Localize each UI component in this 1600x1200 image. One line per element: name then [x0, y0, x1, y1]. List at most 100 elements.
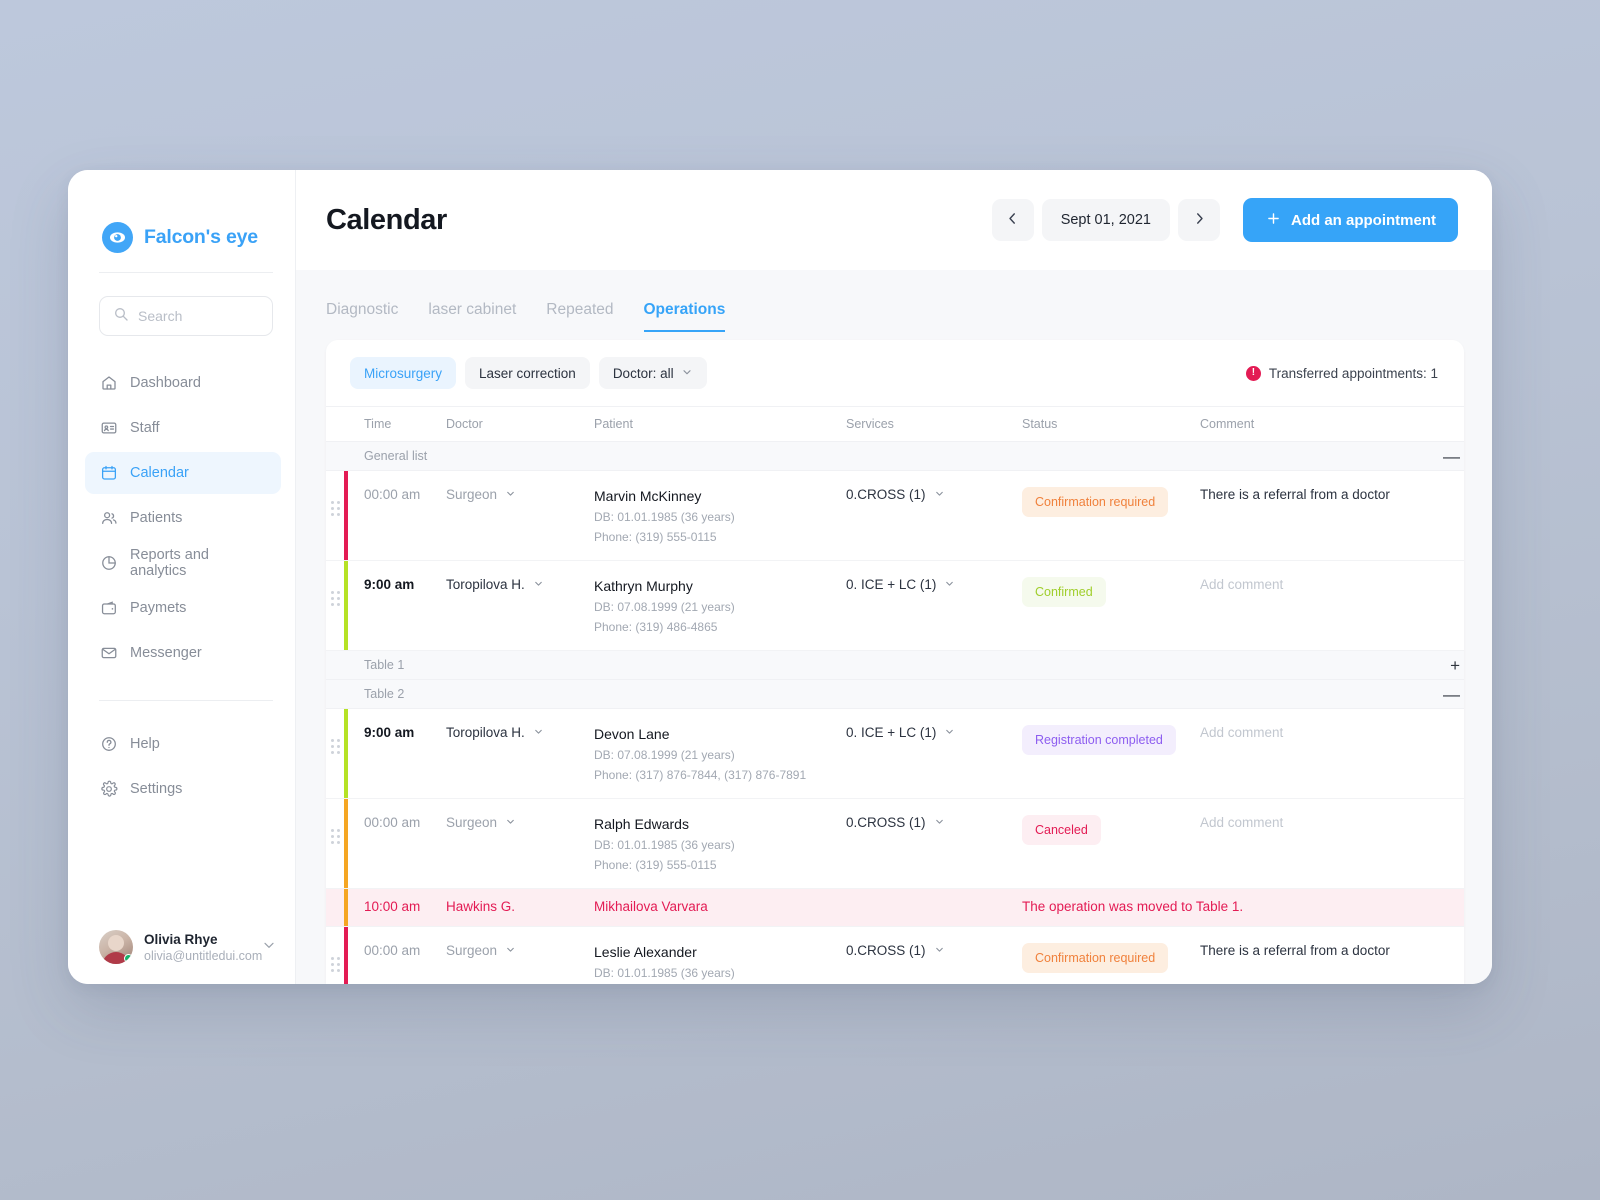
- cell-doctor[interactable]: Toropilova H.: [446, 577, 594, 592]
- sidebar-item-messenger[interactable]: Messenger: [85, 632, 281, 674]
- cell-services[interactable]: 0. ICE + LC (1): [846, 725, 1022, 740]
- alert-icon: !: [1245, 365, 1261, 381]
- sidebar-item-payments[interactable]: Paymets: [85, 587, 281, 629]
- drag-handle-icon[interactable]: [326, 577, 344, 606]
- operations-panel: Microsurgery Laser correction Doctor: al…: [326, 340, 1464, 984]
- service-name: 0.CROSS (1): [846, 943, 926, 958]
- cell-doctor[interactable]: Surgeon: [446, 943, 594, 958]
- filter-bar: Microsurgery Laser correction Doctor: al…: [326, 340, 1464, 406]
- group-toggle-icon[interactable]: +: [1450, 657, 1464, 674]
- table-row[interactable]: 00:00 am Surgeon Leslie Alexander DB: 01…: [326, 927, 1464, 984]
- drag-handle-icon[interactable]: [326, 725, 344, 754]
- add-appointment-button[interactable]: Add an appointment: [1243, 198, 1458, 242]
- sidebar-item-reports[interactable]: Reports and analytics: [85, 542, 281, 584]
- next-date-button[interactable]: [1178, 199, 1220, 241]
- transferred-appointments[interactable]: ! Transferred appointments: 1: [1245, 365, 1444, 381]
- column-header-patient: Patient: [594, 417, 633, 431]
- drag-handle-icon[interactable]: [326, 943, 344, 972]
- table-row[interactable]: 00:00 am Surgeon Marvin McKinney DB: 01.…: [326, 471, 1464, 561]
- tab-laser-cabinet[interactable]: laser cabinet: [428, 301, 516, 332]
- column-header-comment: Comment: [1200, 417, 1255, 431]
- current-date[interactable]: Sept 01, 2021: [1041, 199, 1170, 241]
- column-header-services: Services: [846, 417, 894, 431]
- group-header-table-1[interactable]: Table 1 +: [326, 651, 1464, 680]
- drag-handle-icon[interactable]: [326, 815, 344, 844]
- cell-services[interactable]: 0.CROSS (1): [846, 487, 1022, 502]
- cell-doctor[interactable]: Toropilova H.: [446, 725, 594, 740]
- table-row-transferred[interactable]: 10:00 am Hawkins G. Mikhailova Varvara T…: [326, 889, 1464, 927]
- cell-comment[interactable]: Add comment: [1200, 725, 1414, 740]
- chevron-down-icon: [944, 577, 955, 592]
- cell-patient[interactable]: Kathryn Murphy DB: 07.08.1999 (21 years)…: [594, 577, 846, 636]
- envelope-icon: [99, 644, 118, 663]
- sidebar-item-label: Dashboard: [130, 375, 201, 391]
- table-row[interactable]: 9:00 am Toropilova H. Kathryn Murphy DB:…: [326, 561, 1464, 651]
- plus-icon: [1265, 210, 1282, 231]
- cell-comment[interactable]: There is a referral from a doctor: [1200, 487, 1414, 502]
- sidebar-item-label: Paymets: [130, 600, 187, 616]
- search-input[interactable]: [138, 308, 259, 324]
- cell-patient[interactable]: Leslie Alexander DB: 01.01.1985 (36 year…: [594, 943, 846, 984]
- profile[interactable]: Olivia Rhye olivia@untitledui.com: [68, 930, 295, 964]
- tab-operations[interactable]: Operations: [643, 301, 726, 332]
- prev-date-button[interactable]: [991, 199, 1034, 241]
- group-toggle-icon[interactable]: —: [1443, 448, 1464, 465]
- cell-time: 00:00 am: [364, 815, 421, 830]
- sidebar-item-help[interactable]: Help: [85, 723, 281, 765]
- doctor-name: Surgeon: [446, 943, 498, 958]
- filter-chip-laser-correction[interactable]: Laser correction: [465, 357, 590, 389]
- cell-services[interactable]: 0.CROSS (1): [846, 815, 1022, 830]
- filter-chip-microsurgery[interactable]: Microsurgery: [350, 357, 457, 389]
- sidebar-bottom-divider: [99, 700, 273, 701]
- cell-status[interactable]: Canceled: [1022, 815, 1200, 845]
- cell-services[interactable]: 0.CROSS (1): [846, 943, 1022, 958]
- drag-handle-icon[interactable]: [326, 487, 344, 516]
- status-badge: Confirmation required: [1022, 487, 1169, 517]
- cell-comment[interactable]: Add comment: [1200, 815, 1414, 830]
- patient-name: Marvin McKinney: [594, 488, 702, 504]
- status-badge: Confirmation required: [1022, 943, 1169, 973]
- app-window: Falcon's eye Dashboard: [68, 170, 1492, 984]
- cell-doctor[interactable]: Surgeon: [446, 487, 594, 502]
- cell-status[interactable]: Confirmation required: [1022, 487, 1200, 517]
- users-icon: [99, 509, 118, 528]
- cell-doctor[interactable]: Surgeon: [446, 815, 594, 830]
- column-header-doctor: Doctor: [446, 417, 483, 431]
- group-header-general-list[interactable]: General list —: [326, 442, 1464, 471]
- column-header-time: Time: [364, 417, 392, 431]
- sidebar-item-patients[interactable]: Patients: [85, 497, 281, 539]
- cell-services[interactable]: 0. ICE + LC (1): [846, 577, 1022, 592]
- sidebar-item-dashboard[interactable]: Dashboard: [85, 362, 281, 404]
- sidebar-item-calendar[interactable]: Calendar: [85, 452, 281, 494]
- search-box[interactable]: [99, 296, 273, 336]
- date-navigator: Sept 01, 2021: [991, 199, 1220, 241]
- cell-patient[interactable]: Marvin McKinney DB: 01.01.1985 (36 years…: [594, 487, 846, 546]
- group-toggle-icon[interactable]: —: [1443, 686, 1464, 703]
- cell-status[interactable]: Confirmation required: [1022, 943, 1200, 973]
- group-header-table-2[interactable]: Table 2 —: [326, 680, 1464, 709]
- cell-time: 9:00 am: [364, 577, 415, 592]
- table-row[interactable]: 9:00 am Toropilova H. Devon Lane DB: 07.…: [326, 709, 1464, 799]
- tab-diagnostic[interactable]: Diagnostic: [326, 301, 398, 332]
- brand[interactable]: Falcon's eye: [68, 170, 295, 262]
- service-name: 0.CROSS (1): [846, 815, 926, 830]
- sidebar-item-label: Settings: [130, 781, 183, 797]
- status-badge: Confirmed: [1022, 577, 1106, 607]
- table-row[interactable]: 00:00 am Surgeon Ralph Edwards DB: 01.01…: [326, 799, 1464, 889]
- cell-comment[interactable]: There is a referral from a doctor: [1200, 943, 1414, 958]
- sidebar-nav-bottom: Help Settings: [68, 723, 295, 810]
- group-label: Table 1: [364, 658, 405, 672]
- cell-patient[interactable]: Devon Lane DB: 07.08.1999 (21 years) Pho…: [594, 725, 846, 784]
- sidebar-item-settings[interactable]: Settings: [85, 768, 281, 810]
- group-label: Table 2: [364, 687, 405, 701]
- filter-chip-label: Doctor: all: [612, 365, 674, 381]
- sidebar-item-staff[interactable]: Staff: [85, 407, 281, 449]
- cell-status[interactable]: Confirmed: [1022, 577, 1200, 607]
- row-color-bar: [344, 799, 348, 888]
- filter-chip-doctor[interactable]: Doctor: all: [598, 357, 707, 389]
- chevron-down-icon[interactable]: [261, 937, 277, 958]
- cell-status[interactable]: Registration completed: [1022, 725, 1200, 755]
- tab-repeated[interactable]: Repeated: [546, 301, 613, 332]
- cell-comment[interactable]: Add comment: [1200, 577, 1414, 592]
- cell-patient[interactable]: Ralph Edwards DB: 01.01.1985 (36 years) …: [594, 815, 846, 874]
